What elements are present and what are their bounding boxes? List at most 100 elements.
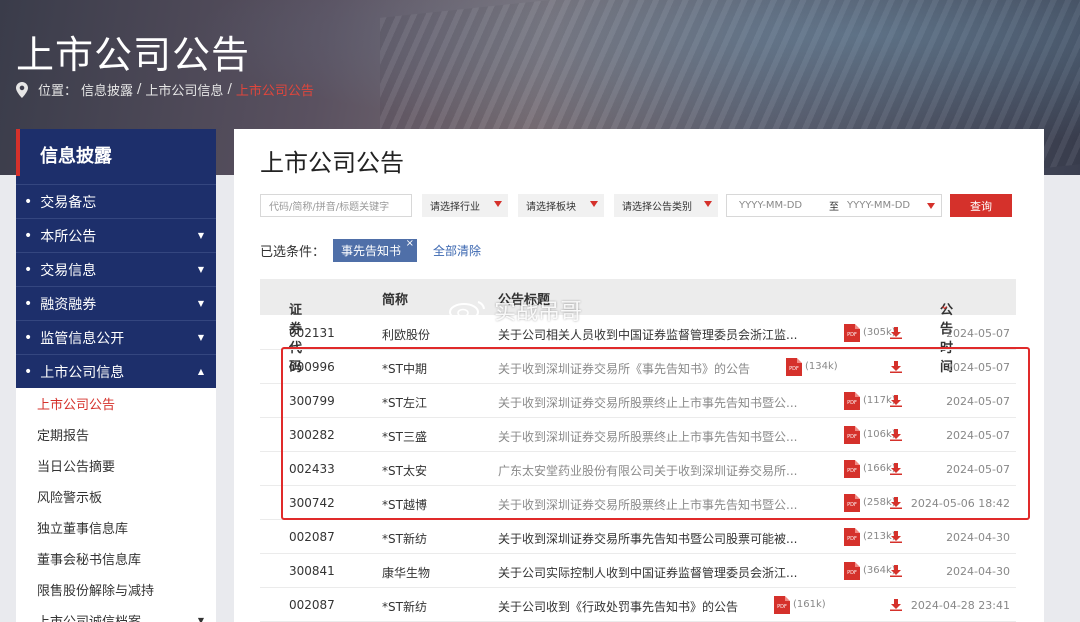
category-select-label: 请选择公告类别 (622, 202, 692, 213)
sidebar-item-listed-company-info[interactable]: • 上市公司信息 ▲ (16, 354, 216, 388)
sidebar-spacer (16, 176, 216, 184)
security-name: 康华生物 (382, 566, 431, 580)
submenu-item-label: 上市公司诚信档案 (37, 611, 141, 622)
industry-select[interactable]: 请选择行业 (422, 194, 508, 217)
search-input[interactable]: 代码/简称/拼音/标题关键字 (260, 194, 412, 217)
security-name: *ST新纺 (382, 600, 427, 614)
chevron-down-icon: ▼ (197, 299, 204, 308)
weibo-logo-icon (449, 301, 485, 321)
table-row[interactable]: 002131 利欧股份 关于公司相关人员收到中国证券监督管理委员会浙江监... PDF… (260, 316, 1016, 350)
announcement-title-link[interactable]: 关于公司收到《行政处罚事先告知书》的公告 (498, 598, 738, 615)
sidebar-item-label: 上市公司信息 (40, 364, 125, 381)
location-pin-icon (16, 81, 28, 98)
chevron-down-icon: ▼ (197, 265, 204, 274)
bullet-icon: • (24, 193, 33, 210)
caret-down-icon (590, 201, 598, 207)
breadcrumb-current: 上市公司公告 (235, 84, 314, 99)
chevron-up-icon: ▲ (197, 367, 204, 376)
sidebar-item-trading-info[interactable]: • 交易信息 ▼ (16, 252, 216, 286)
bullet-icon: • (24, 261, 33, 278)
security-name: *ST新纺 (382, 532, 427, 546)
sidebar-item-label: 融资融券 (40, 296, 97, 313)
security-code: 300841 (289, 564, 335, 578)
security-code: 002087 (289, 598, 335, 612)
announcement-title-link[interactable]: 关于公司相关人员收到中国证券监督管理委员会浙江监... (498, 326, 797, 343)
pdf-icon[interactable]: PDF (844, 324, 860, 342)
chevron-down-icon: ▼ (197, 616, 204, 622)
conditions-label: 已选条件： (260, 245, 326, 260)
breadcrumb-info-disclosure[interactable]: 信息披露 (81, 80, 133, 99)
announcement-date: 2024-05-07 (946, 327, 1010, 340)
announcement-date: 2024-04-30 (946, 531, 1010, 544)
caret-down-icon (494, 201, 502, 207)
date-range: YYYY-MM-DD 至 YYYY-MM-DD (726, 194, 942, 217)
watermark-text: 实战吊哥 (494, 300, 583, 325)
chevron-down-icon: ⌄ (289, 299, 298, 310)
condition-tag: 事先告知书 × (333, 238, 418, 262)
caret-down-icon (927, 203, 935, 209)
table-row[interactable]: 002087 *ST新纺 关于公司收到《行政处罚事先告知书》的公告 PDF (161k)… (260, 588, 1016, 622)
board-select[interactable]: 请选择板块 (518, 194, 604, 217)
date-from-input[interactable]: YYYY-MM-DD (739, 200, 802, 211)
query-button[interactable]: 查询 (950, 194, 1012, 217)
announcement-title-link[interactable]: 关于公司实际控制人收到中国证券监督管理委员会浙江... (498, 564, 797, 581)
industry-select-label: 请选择行业 (430, 202, 480, 213)
submenu-item-announcements[interactable]: 上市公司公告 (16, 388, 216, 419)
chevron-down-icon: ▼ (197, 231, 204, 240)
sidebar-item-label: 监管信息公开 (40, 330, 125, 347)
download-icon[interactable] (890, 599, 902, 611)
bullet-icon: • (24, 227, 33, 244)
sidebar-item-label: 交易信息 (40, 262, 97, 279)
download-icon[interactable] (890, 531, 902, 543)
submenu-item-integrity-archive[interactable]: 上市公司诚信档案 ▼ (16, 605, 216, 622)
table-row[interactable]: 300841 康华生物 关于公司实际控制人收到中国证券监督管理委员会浙江... PDF… (260, 554, 1016, 588)
bullet-icon: • (24, 295, 33, 312)
breadcrumb: 位置： 信息披露 / 上市公司信息 / 上市公司公告 (16, 80, 314, 99)
category-select[interactable]: 请选择公告类别 (614, 194, 718, 217)
submenu-item-periodic-reports[interactable]: 定期报告 (16, 419, 216, 450)
submenu-item-share-unlock[interactable]: 限售股份解除与减持 (16, 574, 216, 605)
table-header: 证券代码 ⌄ 简称 公告标题 公告时间 ⌄ (260, 279, 1016, 375)
column-header-name: 简称 (382, 293, 409, 308)
announcement-title-link[interactable]: 关于收到深圳证券交易所事先告知书暨公司股票可能被... (498, 530, 797, 547)
pdf-icon[interactable]: PDF (774, 596, 790, 614)
date-to-label: 至 (829, 202, 839, 213)
watermark: 实战吊哥 (448, 294, 582, 326)
breadcrumb-separator: / (227, 82, 232, 97)
submenu-item-independent-directors[interactable]: 独立董事信息库 (16, 512, 216, 543)
pdf-icon[interactable]: PDF (844, 562, 860, 580)
table-row[interactable]: 002087 *ST新纺 关于收到深圳证券交易所事先告知书暨公司股票可能被... PD… (260, 520, 1016, 554)
breadcrumb-listed-company-info[interactable]: 上市公司信息 (145, 80, 223, 99)
page-title: 上市公司公告 (260, 149, 404, 177)
submenu-item-board-secretaries[interactable]: 董事会秘书信息库 (16, 543, 216, 574)
submenu-item-risk-warning-board[interactable]: 风险警示板 (16, 481, 216, 512)
sidebar-header: 信息披露 (16, 129, 216, 176)
highlight-box (281, 347, 1030, 520)
file-size: (161k) (793, 599, 826, 610)
bullet-icon: • (24, 329, 33, 346)
pdf-icon[interactable]: PDF (844, 528, 860, 546)
breadcrumb-separator: / (137, 82, 142, 97)
announcement-date: 2024-04-28 23:41 (910, 599, 1010, 612)
breadcrumb-prefix: 位置： (38, 84, 78, 99)
sidebar-item-exchange-announcements[interactable]: • 本所公告 ▼ (16, 218, 216, 252)
announcement-date: 2024-04-30 (946, 565, 1010, 578)
clear-all-link[interactable]: 全部清除 (433, 242, 481, 259)
close-icon[interactable]: × (406, 238, 414, 249)
sidebar-item-label: 本所公告 (40, 228, 97, 245)
banner-title: 上市公司公告 (16, 33, 251, 77)
security-code: 002087 (289, 530, 335, 544)
sidebar-item-regulatory-info[interactable]: • 监管信息公开 ▼ (16, 320, 216, 354)
download-icon[interactable] (890, 565, 902, 577)
sidebar-item-margin-trading[interactable]: • 融资融券 ▼ (16, 286, 216, 320)
sidebar-item-label: 交易备忘 (40, 194, 97, 211)
board-select-label: 请选择板块 (526, 202, 576, 213)
chevron-down-icon: ⌄ (940, 299, 950, 312)
sidebar-item-trading-memo[interactable]: • 交易备忘 (16, 184, 216, 218)
security-name: 利欧股份 (382, 328, 431, 342)
chevron-down-icon: ▼ (197, 333, 204, 342)
download-icon[interactable] (890, 327, 902, 339)
security-code: 002131 (289, 326, 335, 340)
date-to-input[interactable]: YYYY-MM-DD (847, 200, 910, 211)
submenu-item-daily-summary[interactable]: 当日公告摘要 (16, 450, 216, 481)
